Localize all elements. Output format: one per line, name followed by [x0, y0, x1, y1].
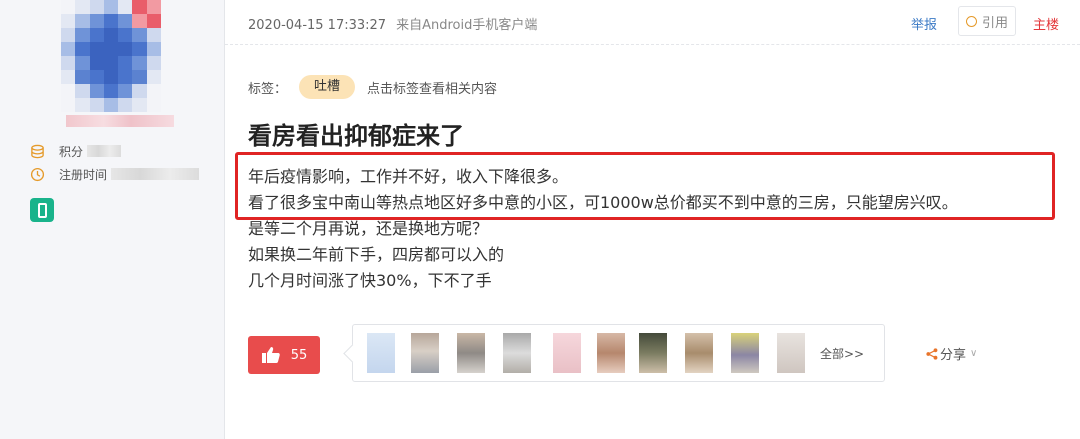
phone-icon [37, 202, 47, 218]
register-label: 注册时间 [59, 167, 108, 182]
points-label: 积分 [59, 144, 84, 159]
post-source: 来自Android手机客户端 [396, 18, 538, 33]
author-sidebar: 积分 注册时间 [0, 0, 225, 439]
coins-icon [31, 144, 44, 158]
liker-avatar[interactable] [685, 333, 713, 373]
share-button[interactable]: 分享 ∨ [926, 344, 977, 363]
tag-chip[interactable]: 吐槽 [299, 75, 356, 99]
tags-row: 标签： 吐槽 点击标签查看相关内容 [248, 75, 497, 99]
likers-panel: 全部>> [352, 324, 885, 382]
liker-avatar[interactable] [503, 333, 531, 373]
mobile-client-badge[interactable] [30, 198, 54, 222]
liker-avatar[interactable] [731, 333, 759, 373]
tag-hint: 点击标签查看相关内容 [367, 81, 498, 97]
username-redacted[interactable] [66, 115, 174, 127]
body-line: 如果换二年前下手，四房都可以入的 [248, 245, 505, 264]
like-count: 55 [290, 347, 308, 363]
body-line: 几个月时间涨了快30%，下不了手 [248, 271, 492, 290]
quote-icon [965, 15, 977, 27]
quote-label: 引用 [981, 15, 1008, 31]
register-date-redacted [111, 168, 200, 180]
post-header: 2020-04-15 17:33:27 来自Android手机客户端 举报 引用 … [225, 0, 1080, 45]
thumbs-up-icon [261, 347, 280, 363]
post-meta: 2020-04-15 17:33:27 来自Android手机客户端 [248, 14, 537, 33]
post-title: 看房看出抑郁症来了 [248, 122, 464, 150]
clock-icon [30, 167, 45, 181]
report-link[interactable]: 举报 [911, 14, 937, 33]
points-value-redacted [87, 145, 122, 157]
points-row: 积分 [30, 143, 122, 159]
view-all-likers-link[interactable]: 全部>> [820, 345, 864, 362]
share-label: 分享 [940, 348, 967, 363]
highlight-annotation [235, 152, 1055, 220]
avatar[interactable] [61, 0, 161, 112]
liker-avatar[interactable] [411, 333, 439, 373]
post-timestamp: 2020-04-15 17:33:27 [248, 18, 387, 33]
like-button[interactable]: 55 [248, 336, 320, 374]
liker-avatar[interactable] [777, 333, 805, 373]
liker-avatar[interactable] [597, 333, 625, 373]
chevron-down-icon: ∨ [970, 348, 978, 359]
liker-avatar[interactable] [457, 333, 485, 373]
liker-avatar[interactable] [639, 333, 667, 373]
register-row: 注册时间 [30, 166, 200, 182]
share-icon [926, 347, 938, 360]
quote-button[interactable]: 引用 [958, 6, 1016, 36]
op-floor-label[interactable]: 主楼 [1033, 14, 1059, 33]
tags-label: 标签： [248, 81, 288, 97]
liker-avatar[interactable] [367, 333, 395, 373]
liker-avatar[interactable] [553, 333, 581, 373]
